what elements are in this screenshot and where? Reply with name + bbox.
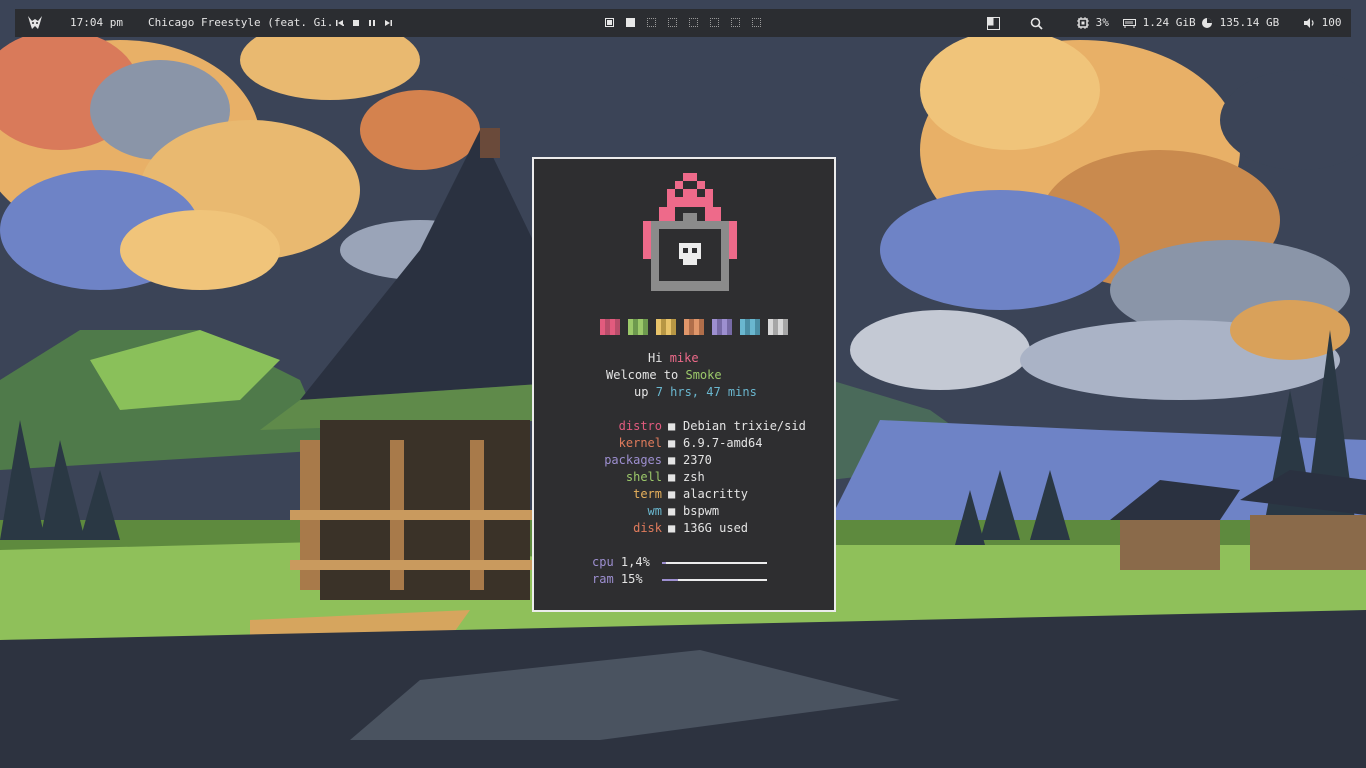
- palette-swatch: [740, 319, 760, 335]
- memory-icon: [1123, 19, 1136, 28]
- uptime-value: 7 hrs, 47 mins: [655, 385, 757, 399]
- info-separator: ■: [668, 453, 676, 467]
- info-value-wm: bspwm: [683, 504, 720, 518]
- volume-indicator[interactable]: 100: [1303, 9, 1342, 37]
- info-value-term: alacritty: [683, 487, 749, 501]
- info-key-distro: distro: [618, 419, 662, 433]
- search-icon[interactable]: [1030, 9, 1043, 37]
- ram-meter-fill: [662, 579, 678, 581]
- lantern-logo-icon: [643, 173, 737, 291]
- cpu-indicator: 3%: [1077, 9, 1109, 37]
- cpu-meter-fill: [662, 562, 667, 564]
- workspace-2[interactable]: [626, 18, 635, 27]
- workspace-1[interactable]: [605, 18, 614, 27]
- volume-level: 100: [1321, 16, 1342, 29]
- info-separator: ■: [668, 419, 676, 433]
- ram-value: 15%: [620, 572, 643, 586]
- workspace-3[interactable]: [647, 18, 656, 27]
- cpu-meter: [662, 562, 767, 564]
- palette-swatch: [768, 319, 788, 335]
- user-name: mike: [669, 351, 699, 365]
- workspace-8[interactable]: [752, 18, 761, 27]
- media-previous-icon[interactable]: [336, 9, 344, 37]
- window-layout-icon[interactable]: [987, 9, 1000, 37]
- palette-swatch: [712, 319, 732, 335]
- info-separator: ■: [668, 436, 676, 450]
- host-name: Smoke: [685, 368, 722, 382]
- clock: 17:04 pm: [70, 16, 123, 29]
- palette-swatch: [656, 319, 676, 335]
- palette-swatch: [628, 319, 648, 335]
- workspace-5[interactable]: [689, 18, 698, 27]
- info-value-disk: 136G used: [683, 521, 749, 535]
- cpu-value: 1,4%: [620, 555, 650, 569]
- uptime-line: up 7 hrs, 47 mins: [634, 384, 757, 401]
- memory-indicator: 1.24 GiB: [1123, 9, 1196, 37]
- cpu-line: cpu 1,4%: [592, 554, 650, 571]
- info-separator: ■: [668, 470, 676, 484]
- info-value-shell: zsh: [683, 470, 705, 484]
- welcome-line: Welcome to Smoke: [606, 367, 722, 384]
- cpu-icon: [1077, 17, 1089, 29]
- ram-meter: [662, 579, 767, 581]
- disk-indicator: 135.14 GB: [1201, 9, 1279, 37]
- info-value-distro: Debian trixie/sid: [683, 419, 806, 433]
- greeting-line: Hi mike: [648, 350, 699, 367]
- disk-pie-icon: [1202, 18, 1212, 28]
- cpu-label: cpu: [592, 555, 614, 569]
- info-key-kernel: kernel: [618, 436, 662, 450]
- media-stop-icon[interactable]: [352, 9, 360, 37]
- info-separator: ■: [668, 521, 676, 535]
- info-key-term: term: [633, 487, 662, 501]
- media-next-icon[interactable]: [384, 9, 392, 37]
- info-separator: ■: [668, 487, 676, 501]
- workspace-6[interactable]: [710, 18, 719, 27]
- info-key-packages: packages: [604, 453, 662, 467]
- welcome-prefix: Welcome to: [606, 368, 679, 382]
- palette-swatch: [684, 319, 704, 335]
- uptime-prefix: up: [634, 385, 649, 399]
- media-pause-icon[interactable]: [368, 9, 376, 37]
- workspace-4[interactable]: [668, 18, 677, 27]
- info-separator: ■: [668, 504, 676, 518]
- disk-usage: 135.14 GB: [1219, 16, 1280, 29]
- info-key-shell: shell: [625, 470, 662, 484]
- launcher-logo-icon[interactable]: [27, 9, 43, 37]
- volume-icon: [1304, 18, 1314, 28]
- ram-label: ram: [592, 572, 614, 586]
- cpu-usage: 3%: [1095, 16, 1109, 29]
- memory-usage: 1.24 GiB: [1142, 16, 1196, 29]
- top-bar: 17:04 pm Chicago Freestyle (feat. Gi... …: [15, 9, 1351, 37]
- info-key-wm: wm: [647, 504, 662, 518]
- now-playing-title[interactable]: Chicago Freestyle (feat. Gi...: [148, 9, 347, 37]
- palette-swatch: [600, 319, 620, 335]
- info-value-kernel: 6.9.7-amd64: [683, 436, 763, 450]
- greeting-prefix: Hi: [648, 351, 663, 365]
- ram-line: ram 15%: [592, 571, 643, 588]
- info-value-packages: 2370: [683, 453, 712, 467]
- terminal-window[interactable]: Hi mike Welcome to Smoke up 7 hrs, 47 mi…: [532, 157, 836, 612]
- workspace-7[interactable]: [731, 18, 740, 27]
- info-key-disk: disk: [633, 521, 662, 535]
